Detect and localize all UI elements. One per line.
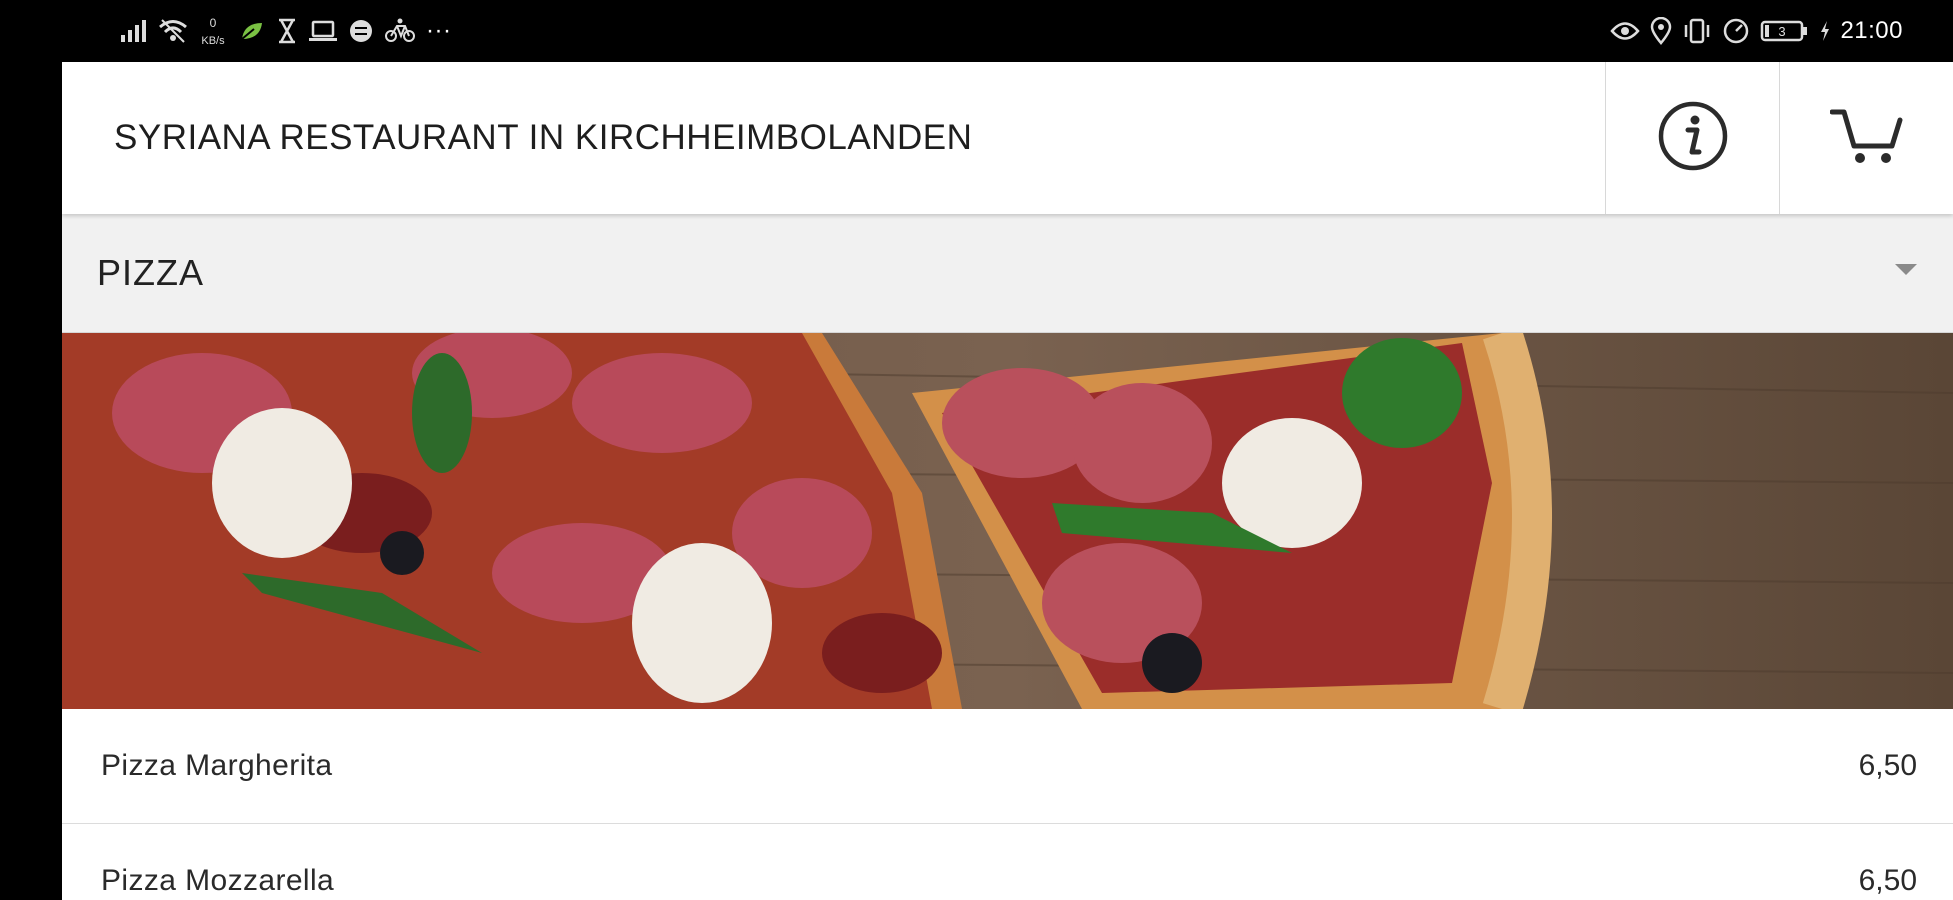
cart-button[interactable] [1779, 62, 1953, 214]
app-bar: SYRIANA RESTAURANT IN KIRCHHEIMBOLANDEN [62, 62, 1953, 214]
svg-text:3: 3 [1779, 24, 1786, 39]
hourglass-icon [276, 14, 298, 48]
bike-icon [384, 14, 416, 48]
info-button[interactable] [1605, 62, 1780, 214]
leaf-icon [238, 14, 266, 48]
cart-icon [1829, 106, 1904, 171]
item-price: 6,50 [1858, 864, 1917, 897]
vpn-icon [348, 14, 374, 48]
more-dots-icon: ··· [426, 17, 452, 44]
menu-item[interactable]: Pizza Mozzarella 6,50 [62, 824, 1953, 900]
item-name: Pizza Margherita [101, 749, 333, 782]
location-icon [1650, 14, 1672, 48]
data-speed-icon: 0 KB/s [198, 14, 228, 48]
app-screen: SYRIANA RESTAURANT IN KIRCHHEIMBOLANDEN [62, 62, 1953, 900]
caret-down-icon [1895, 264, 1917, 275]
charging-icon [1820, 14, 1830, 48]
pizza-photo [62, 333, 1953, 709]
left-edge [0, 62, 62, 900]
wifi-icon [158, 14, 188, 48]
laptop-icon [308, 14, 338, 48]
menu-list: Pizza Margherita 6,50 Pizza Mozzarella 6… [62, 709, 1953, 900]
status-right-icons: 3 21:00 [1610, 14, 1903, 48]
item-price: 6,50 [1858, 749, 1917, 782]
category-label: PIZZA [97, 252, 205, 293]
restaurant-title: SYRIANA RESTAURANT IN KIRCHHEIMBOLANDEN [114, 118, 973, 157]
hero-image [62, 333, 1953, 709]
signal-icon [120, 14, 148, 48]
svg-text:0: 0 [210, 16, 217, 30]
vibrate-icon [1682, 14, 1712, 48]
menu-item[interactable]: Pizza Margherita 6,50 [62, 709, 1953, 824]
status-left-icons: 0 KB/s ··· [120, 14, 451, 48]
svg-text:KB/s: KB/s [201, 35, 225, 47]
status-time: 21:00 [1840, 17, 1903, 44]
speedometer-icon [1722, 14, 1750, 48]
eye-icon [1610, 14, 1641, 48]
status-bar: 0 KB/s ··· 3 21:00 [0, 0, 1953, 62]
category-dropdown[interactable]: PIZZA [62, 214, 1953, 333]
info-icon [1657, 100, 1729, 177]
battery-icon: 3 [1760, 14, 1810, 48]
item-name: Pizza Mozzarella [101, 864, 335, 897]
